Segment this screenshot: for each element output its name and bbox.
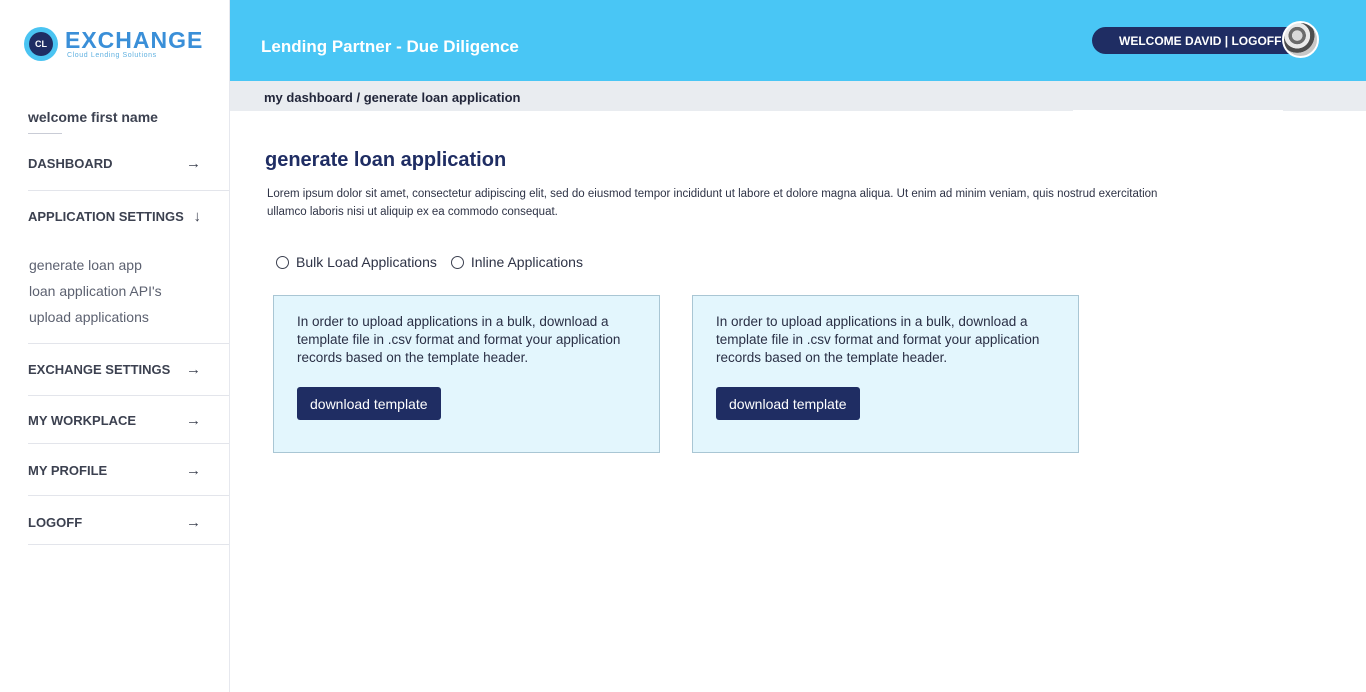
nav-item-logoff[interactable]: LOGOFF →	[28, 514, 229, 531]
sub-item-upload-applications[interactable]: upload applications	[29, 309, 149, 325]
arrow-down-icon: ↓	[193, 208, 202, 225]
logo-name: EXCHANGE	[65, 27, 204, 53]
logo[interactable]: CL EXCHANGE Cloud Lending Solutions	[24, 27, 203, 61]
nav-item-my-workplace[interactable]: MY WORKPLACE →	[28, 412, 229, 429]
breadcrumb-bar: my dashboard / generate loan application	[230, 81, 1366, 112]
nav-item-dashboard[interactable]: DASHBOARD →	[28, 155, 229, 172]
breadcrumb-accent	[1073, 110, 1283, 112]
nav-item-label: DASHBOARD	[28, 156, 113, 171]
nav-item-label: EXCHANGE SETTINGS	[28, 362, 171, 377]
nav-divider	[28, 544, 229, 545]
welcome-user-name: welcome first name	[28, 109, 158, 125]
inline-template-card: In order to upload applications in a bul…	[692, 295, 1079, 453]
header-title: Lending Partner - Due Diligence	[261, 37, 519, 56]
download-template-button[interactable]: download template	[716, 387, 860, 420]
nav-item-my-profile[interactable]: MY PROFILE →	[28, 462, 229, 479]
radio-inline-label[interactable]: Inline Applications	[471, 254, 583, 270]
logo-initials: CL	[29, 32, 53, 56]
logo-mark-icon: CL	[24, 27, 58, 61]
download-template-button[interactable]: download template	[297, 387, 441, 420]
nav-item-exchange-settings[interactable]: EXCHANGE SETTINGS →	[28, 361, 229, 378]
nav-divider	[28, 443, 229, 444]
user-logoff-button[interactable]: WELCOME DAVID | LOGOFF	[1092, 27, 1304, 54]
nav-divider	[28, 343, 229, 344]
nav-item-label: MY PROFILE	[28, 463, 108, 478]
nav-item-label: APPLICATION SETTINGS	[28, 209, 184, 224]
sub-item-loan-application-apis[interactable]: loan application API's	[29, 283, 162, 299]
nav-divider	[28, 395, 229, 396]
nav-divider	[28, 495, 229, 496]
nav-item-application-settings[interactable]: APPLICATION SETTINGS ↓	[28, 208, 229, 225]
nav-divider	[28, 190, 229, 191]
arrow-right-icon: →	[186, 155, 201, 172]
logo-text: EXCHANGE Cloud Lending Solutions	[65, 28, 203, 60]
card-instructions: In order to upload applications in a bul…	[297, 314, 621, 365]
radio-inline[interactable]	[450, 255, 464, 269]
welcome-divider	[28, 133, 62, 134]
avatar[interactable]	[1282, 21, 1319, 58]
radio-bulk-load-label[interactable]: Bulk Load Applications	[296, 254, 437, 270]
nav-item-label: MY WORKPLACE	[28, 413, 137, 428]
logo-tagline: Cloud Lending Solutions	[67, 52, 157, 59]
card-instructions: In order to upload applications in a bul…	[716, 314, 1040, 365]
page-title: generate loan application	[265, 149, 507, 171]
radio-bulk-load[interactable]	[276, 255, 289, 269]
page-description: Lorem ipsum dolor sit amet, consectetur …	[267, 188, 1158, 218]
bulk-template-card: In order to upload applications in a bul…	[273, 295, 660, 453]
breadcrumb: my dashboard / generate loan application	[264, 90, 521, 105]
top-header: Lending Partner - Due Diligence WELCOME …	[230, 0, 1366, 81]
sub-item-generate-loan-app[interactable]: generate loan app	[29, 257, 142, 273]
arrow-right-icon: →	[186, 514, 201, 531]
arrow-right-icon: →	[186, 361, 201, 378]
nav-item-label: LOGOFF	[28, 515, 83, 530]
application-type-radio-group: Bulk Load Applications Inline Applicatio…	[276, 254, 597, 270]
arrow-right-icon: →	[186, 412, 201, 429]
arrow-right-icon: →	[186, 462, 201, 479]
sidebar: CL EXCHANGE Cloud Lending Solutions welc…	[0, 0, 230, 692]
